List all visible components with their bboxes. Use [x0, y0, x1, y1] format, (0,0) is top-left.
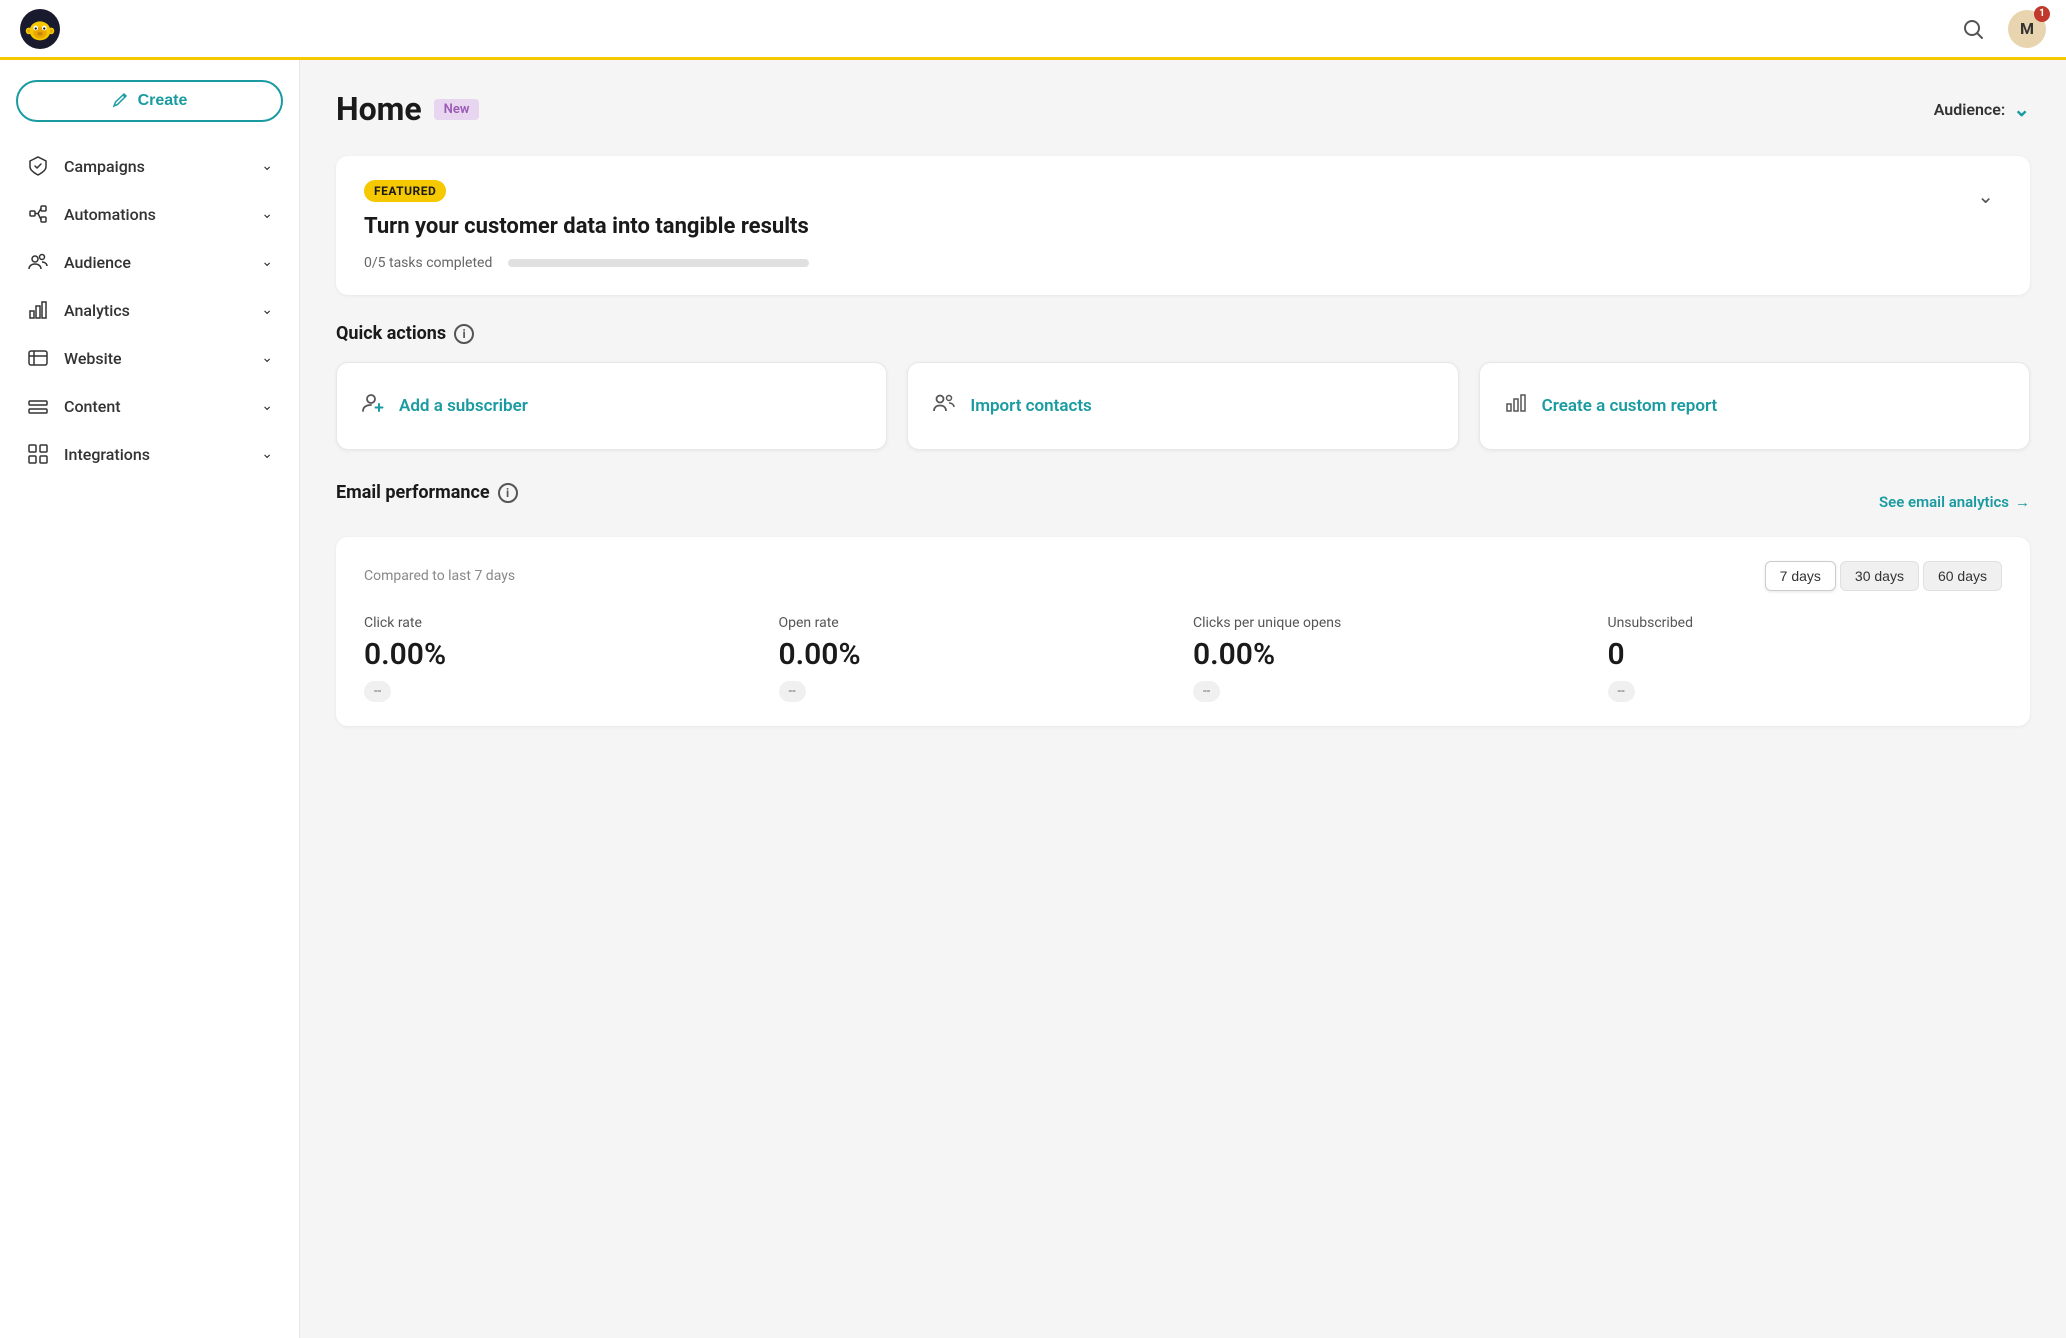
sidebar-item-integrations[interactable]: Integrations ⌄ — [16, 430, 283, 478]
content-chevron: ⌄ — [261, 398, 273, 414]
performance-title: Email performance i — [336, 482, 518, 503]
click-rate-value: 0.00% — [364, 637, 759, 672]
sidebar-item-campaigns[interactable]: Campaigns ⌄ — [16, 142, 283, 190]
audience-chevron-icon: ⌄ — [2013, 97, 2030, 121]
see-analytics-link[interactable]: See email analytics → — [1879, 493, 2030, 511]
analytics-chevron: ⌄ — [261, 302, 273, 318]
progress-section: 0/5 tasks completed — [364, 255, 809, 271]
metric-unsubscribed: Unsubscribed 0 -- — [1608, 615, 2003, 702]
topbar-right: M 1 — [1954, 10, 2046, 48]
clicks-unique-change: -- — [1193, 681, 1220, 702]
integrations-label: Integrations — [64, 445, 150, 464]
mailchimp-logo — [20, 9, 60, 49]
sidebar-item-website[interactable]: Website ⌄ — [16, 334, 283, 382]
create-button[interactable]: Create — [16, 80, 283, 122]
metrics-grid: Click rate 0.00% -- Open rate 0.00% -- C… — [364, 615, 2002, 702]
add-subscriber-card[interactable]: Add a subscriber — [336, 362, 887, 450]
time-filters: 7 days 30 days 60 days — [1765, 561, 2002, 591]
performance-header: Email performance i See email analytics … — [336, 482, 2030, 521]
clicks-unique-label: Clicks per unique opens — [1193, 615, 1588, 631]
featured-title: Turn your customer data into tangible re… — [364, 214, 809, 239]
filter-30days[interactable]: 30 days — [1840, 561, 1919, 591]
create-label: Create — [138, 92, 188, 110]
analytics-icon — [26, 298, 50, 322]
sidebar: Create Campaigns ⌄ — [0, 60, 300, 1338]
import-contacts-label: Import contacts — [970, 396, 1091, 416]
quick-actions-info[interactable]: i — [454, 324, 474, 344]
open-rate-value: 0.00% — [779, 637, 1174, 672]
email-performance-section: Email performance i See email analytics … — [336, 482, 2030, 726]
quick-actions-grid: Add a subscriber Import contacts — [336, 362, 2030, 450]
campaigns-icon — [26, 154, 50, 178]
page-title: Home — [336, 90, 422, 128]
create-report-label: Create a custom report — [1542, 396, 1718, 416]
unsubscribed-change: -- — [1608, 681, 1635, 702]
click-rate-label: Click rate — [364, 615, 759, 631]
campaigns-chevron: ⌄ — [261, 158, 273, 174]
automations-label: Automations — [64, 205, 156, 224]
metric-click-rate: Click rate 0.00% -- — [364, 615, 759, 702]
progress-label: 0/5 tasks completed — [364, 255, 492, 271]
open-rate-change: -- — [779, 681, 806, 702]
campaigns-label: Campaigns — [64, 157, 145, 176]
notification-badge: 1 — [2034, 6, 2050, 22]
progress-bar-bg — [508, 259, 808, 267]
clicks-unique-value: 0.00% — [1193, 637, 1588, 672]
arrow-right-icon: → — [2015, 493, 2030, 511]
import-contacts-icon — [932, 391, 956, 421]
website-chevron: ⌄ — [261, 350, 273, 366]
create-report-icon — [1504, 391, 1528, 421]
featured-collapse-btn[interactable]: ⌄ — [1969, 180, 2002, 212]
unsubscribed-value: 0 — [1608, 637, 2003, 672]
compared-text: Compared to last 7 days — [364, 568, 515, 584]
pencil-icon — [112, 92, 130, 110]
add-subscriber-icon — [361, 391, 385, 421]
open-rate-label: Open rate — [779, 615, 1174, 631]
filter-7days[interactable]: 7 days — [1765, 561, 1836, 591]
audience-icon — [26, 250, 50, 274]
integrations-icon — [26, 442, 50, 466]
layout: Create Campaigns ⌄ — [0, 60, 2066, 1338]
audience-selector[interactable]: Audience: ⌄ — [1934, 97, 2030, 121]
add-subscriber-label: Add a subscriber — [399, 396, 528, 416]
topbar: M 1 — [0, 0, 2066, 60]
audience-chevron: ⌄ — [261, 254, 273, 270]
audience-label: Audience — [64, 253, 131, 272]
search-button[interactable] — [1954, 10, 1992, 48]
website-icon — [26, 346, 50, 370]
performance-card: Compared to last 7 days 7 days 30 days 6… — [336, 537, 2030, 726]
performance-info-icon[interactable]: i — [498, 483, 518, 503]
import-contacts-card[interactable]: Import contacts — [907, 362, 1458, 450]
content-icon — [26, 394, 50, 418]
audience-label: Audience: — [1934, 100, 2006, 119]
user-initial: M — [2020, 19, 2034, 38]
featured-card: FEATURED Turn your customer data into ta… — [336, 156, 2030, 295]
sidebar-item-analytics[interactable]: Analytics ⌄ — [16, 286, 283, 334]
website-label: Website — [64, 349, 122, 368]
filter-60days[interactable]: 60 days — [1923, 561, 2002, 591]
sidebar-item-content[interactable]: Content ⌄ — [16, 382, 283, 430]
integrations-chevron: ⌄ — [261, 446, 273, 462]
topbar-left — [20, 9, 60, 49]
analytics-label: Analytics — [64, 301, 130, 320]
new-badge: New — [434, 99, 480, 120]
metric-clicks-unique: Clicks per unique opens 0.00% -- — [1193, 615, 1588, 702]
sidebar-item-automations[interactable]: Automations ⌄ — [16, 190, 283, 238]
user-avatar[interactable]: M 1 — [2008, 10, 2046, 48]
quick-actions-title: Quick actions i — [336, 323, 2030, 344]
click-rate-change: -- — [364, 681, 391, 702]
unsubscribed-label: Unsubscribed — [1608, 615, 2003, 631]
page-header: Home New Audience: ⌄ — [336, 90, 2030, 128]
metric-open-rate: Open rate 0.00% -- — [779, 615, 1174, 702]
create-report-card[interactable]: Create a custom report — [1479, 362, 2030, 450]
main-content: Home New Audience: ⌄ FEATURED Turn your … — [300, 60, 2066, 1338]
sidebar-item-audience[interactable]: Audience ⌄ — [16, 238, 283, 286]
content-label: Content — [64, 397, 121, 416]
automations-chevron: ⌄ — [261, 206, 273, 222]
automations-icon — [26, 202, 50, 226]
featured-badge: FEATURED — [364, 180, 446, 202]
